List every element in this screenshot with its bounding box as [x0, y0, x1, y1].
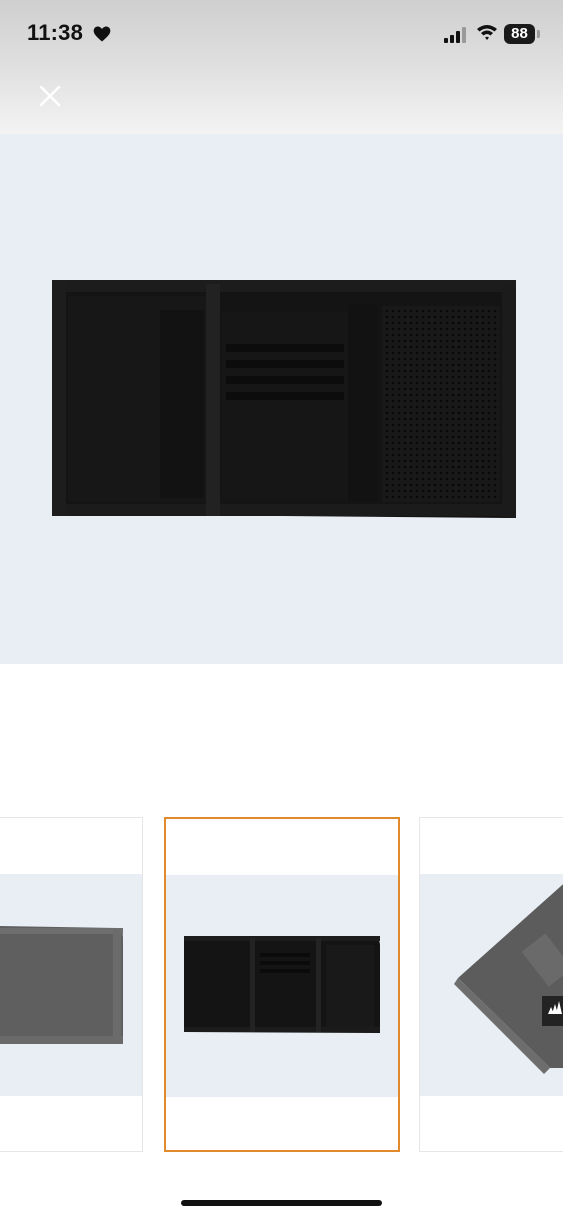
thumbnail-grey-wallet-closed[interactable]: [0, 817, 143, 1152]
close-button[interactable]: [34, 80, 66, 112]
thumbnail-strip: [0, 817, 563, 1152]
thumbnail-grey-wallet-angled[interactable]: [419, 817, 563, 1152]
home-indicator[interactable]: [181, 1200, 382, 1206]
wallet-open-illustration: [52, 280, 516, 518]
status-bar: 11:38 88: [0, 0, 563, 134]
status-time: 11:38: [27, 20, 84, 45]
black-wallet-open-image: [184, 936, 380, 1033]
cellular-signal-icon: [444, 27, 466, 43]
grey-wallet-closed-image: [0, 926, 123, 1044]
battery-icon: 88: [504, 24, 535, 44]
thumbnail-black-wallet-open[interactable]: [164, 817, 400, 1152]
battery-level: 88: [511, 25, 528, 42]
battery-cap: [537, 30, 540, 38]
wifi-icon: [477, 25, 497, 40]
grey-wallet-angled-image: [454, 884, 563, 1074]
product-image[interactable]: [0, 134, 563, 664]
close-icon: [39, 85, 61, 107]
heart-icon: [93, 26, 111, 42]
